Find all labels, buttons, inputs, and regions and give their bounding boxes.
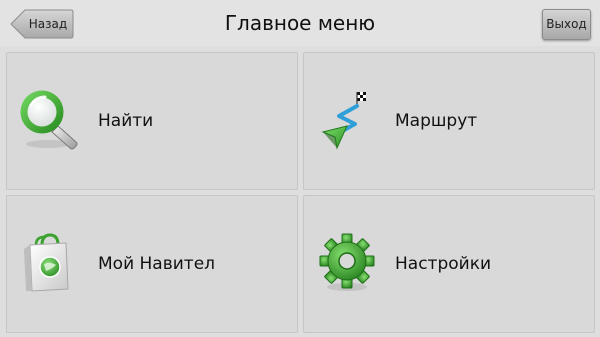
route-icon (317, 88, 379, 152)
top-bar: Главное меню Назад Выход (0, 0, 600, 46)
back-button-label: Назад (28, 17, 68, 31)
menu-item-route-label: Маршрут (395, 111, 478, 131)
page-title: Главное меню (224, 11, 376, 35)
menu-item-settings[interactable]: Настройки (303, 195, 595, 333)
menu-item-my-navitel[interactable]: Мой Навител (6, 195, 298, 333)
menu-item-my-navitel-label: Мой Навител (98, 254, 216, 274)
menu-item-route[interactable]: Маршрут (303, 52, 595, 190)
exit-button[interactable]: Выход (542, 9, 591, 40)
menu-item-find[interactable]: Найти (6, 52, 298, 190)
magnifier-icon (20, 88, 82, 152)
menu-item-find-label: Найти (98, 111, 154, 131)
gear-icon (317, 231, 379, 295)
finish-flag-icon (356, 92, 366, 106)
shopping-bag-icon (20, 231, 82, 295)
back-button[interactable]: Назад (10, 9, 74, 39)
menu-item-settings-label: Настройки (395, 254, 492, 274)
